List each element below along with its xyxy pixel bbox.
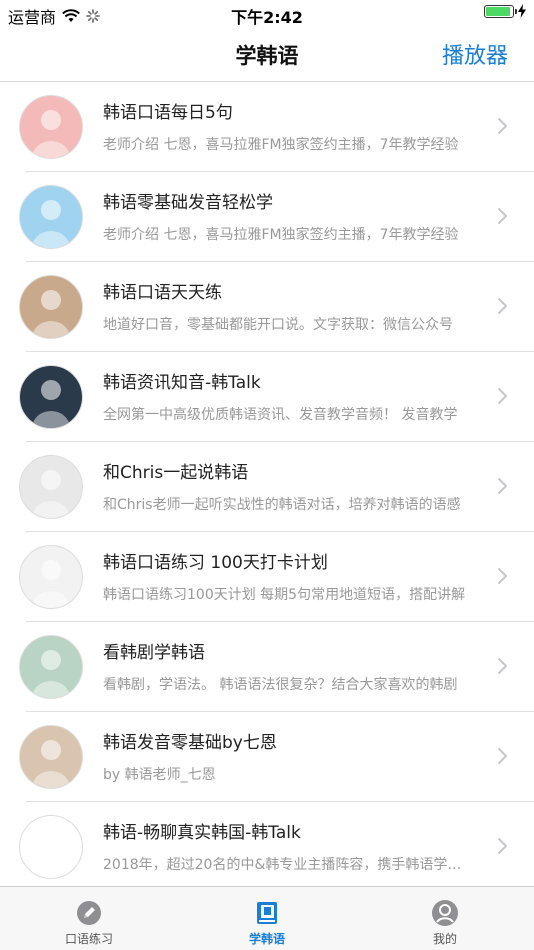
list-item-subtitle: 2018年，超过20名的中&韩专业主播阵容，携手韩语学习者 — [103, 857, 467, 873]
list-item-title: 韩语口语每日5句 — [103, 103, 233, 123]
list-item-title: 韩语口语练习 100天打卡计划 — [103, 553, 328, 573]
tab-speaking-practice[interactable]: 口语练习 — [0, 887, 178, 950]
course-avatar — [19, 725, 83, 789]
list-item-title: 韩语-畅聊真实韩国-韩Talk — [103, 823, 301, 843]
player-button[interactable]: 播放器 — [442, 38, 508, 70]
course-avatar — [19, 545, 83, 609]
chevron-right-icon — [498, 208, 507, 224]
course-avatar — [19, 455, 83, 519]
list-item[interactable]: 韩语口语每日5句老师介绍 七恩，喜马拉雅FM独家签约主播，7年教学经验 — [0, 82, 534, 172]
list-item-title: 和Chris一起说韩语 — [103, 463, 249, 483]
list-item-subtitle: 韩语口语练习100天计划 每期5句常用地道短语，搭配讲解 — [103, 587, 466, 603]
list-item[interactable]: 韩语口语练习 100天打卡计划韩语口语练习100天计划 每期5句常用地道短语，搭… — [0, 532, 534, 622]
list-item-subtitle: 老师介绍 七恩，喜马拉雅FM独家签约主播，7年教学经验 — [103, 227, 459, 243]
list-item-title: 韩语发音零基础by七恩 — [103, 733, 277, 753]
list-item[interactable]: 韩语零基础发音轻松学老师介绍 七恩，喜马拉雅FM独家签约主播，7年教学经验 — [0, 172, 534, 262]
tab-label: 学韩语 — [248, 932, 285, 946]
list-item-title: 韩语资讯知音-韩Talk — [103, 373, 261, 393]
chevron-right-icon — [498, 568, 507, 584]
course-avatar — [19, 185, 83, 249]
chevron-right-icon — [498, 658, 507, 674]
list-item-subtitle: 老师介绍 七恩，喜马拉雅FM独家签约主播，7年教学经验 — [103, 137, 459, 153]
list-item-title: 看韩剧学韩语 — [103, 643, 205, 663]
chevron-right-icon — [498, 478, 507, 494]
course-avatar — [19, 815, 83, 879]
charging-bolt-icon — [518, 4, 526, 18]
course-avatar — [19, 635, 83, 699]
tab-label: 口语练习 — [64, 932, 113, 946]
list-item-subtitle: 和Chris老师一起听实战性的韩语对话，培养对韩语的语感 — [103, 497, 461, 513]
chevron-right-icon — [498, 118, 507, 134]
list-item[interactable]: 韩语-畅聊真实韩国-韩Talk 2018年，超过20名的中&韩专业主播阵容，携手韩… — [0, 802, 534, 886]
chevron-right-icon — [498, 388, 507, 404]
status-bar: 运营商 下午2:42 — [0, 0, 534, 28]
list-item[interactable]: 韩语口语天天练地道好口音，零基础都能开口说。文字获取：微信公众号 — [0, 262, 534, 352]
battery-icon — [484, 4, 517, 18]
list-item[interactable]: 韩语发音零基础by七恩 by 韩语老师_七恩 — [0, 712, 534, 802]
pencil-icon — [77, 901, 101, 925]
navigation-bar: 学韩语 播放器 — [0, 28, 534, 82]
course-avatar — [19, 95, 83, 159]
course-avatar — [19, 275, 83, 339]
book-icon — [257, 902, 277, 924]
course-avatar — [19, 365, 83, 429]
chevron-right-icon — [498, 298, 507, 314]
list-item-subtitle: 看韩剧，学语法。 韩语语法很复杂？结合大家喜欢的韩剧 — [103, 677, 458, 693]
list-item-subtitle: by 韩语老师_七恩 — [103, 767, 216, 783]
tab-bar: 口语练习 学韩语 我的 — [0, 886, 534, 950]
chevron-right-icon — [498, 838, 507, 854]
list-item-subtitle: 地道好口音，零基础都能开口说。文字获取：微信公众号 — [103, 317, 453, 333]
course-list: 韩语口语每日5句 老师介绍 七恩，喜马拉雅FM独家签约主播，7年教学经验 韩语零基础… — [0, 82, 534, 886]
list-item[interactable]: 和Chris一起说韩语和Chris老师一起听实战性的韩语对话，培养对韩语的语感 — [0, 442, 534, 532]
list-item-subtitle: 全网第一中高级优质韩语资讯、发音教学音频！ 发音教学 — [103, 407, 458, 423]
person-icon — [432, 900, 458, 926]
status-time: 下午2:42 — [231, 8, 303, 27]
list-item[interactable]: 韩语资讯知音-韩Talk 全网第一中高级优质韩语资讯、发音教学音频！ 发音教学 — [0, 352, 534, 442]
list-item-title: 韩语零基础发音轻松学 — [103, 193, 273, 213]
tab-mine[interactable]: 我的 — [356, 887, 534, 950]
list-item-title: 韩语口语天天练 — [103, 283, 222, 303]
chevron-right-icon — [498, 748, 507, 764]
list-item[interactable]: 看韩剧学韩语看韩剧，学语法。 韩语语法很复杂？结合大家喜欢的韩剧 — [0, 622, 534, 712]
tab-learn-korean[interactable]: 学韩语 — [178, 887, 356, 950]
tab-label: 我的 — [432, 932, 457, 946]
